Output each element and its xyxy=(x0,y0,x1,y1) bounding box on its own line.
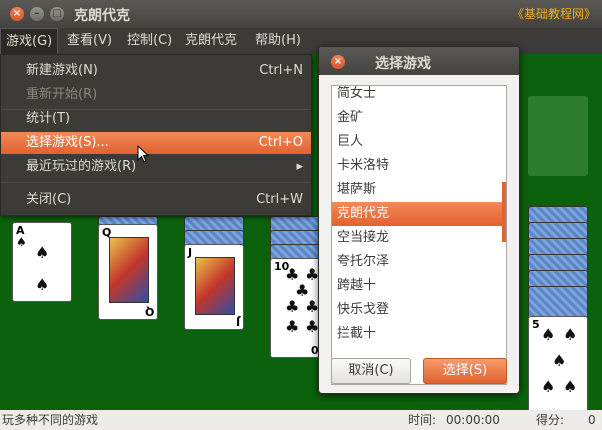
card-rank: 5 xyxy=(532,318,540,331)
list-item[interactable]: 跨越十 xyxy=(332,274,506,298)
watermark: 《基础教程网》 xyxy=(511,7,596,21)
spade-icon: ♠ xyxy=(541,325,556,344)
list-item-selected[interactable]: 克朗代克 xyxy=(332,202,506,226)
list-item[interactable]: 拦截十 xyxy=(332,322,506,346)
menu-item-label: 最近玩过的游戏(R) xyxy=(26,159,137,174)
menu-item-label: 新建游戏(N) xyxy=(26,63,98,78)
menu-item-label: 关闭(C) xyxy=(26,192,72,207)
spade-icon: ♠ xyxy=(541,377,556,396)
game-menu-dropdown: 新建游戏(N) Ctrl+N 重新开始(R) 统计(T) 选择游戏(S)... … xyxy=(0,54,312,216)
menu-item-new-game[interactable]: 新建游戏(N) Ctrl+N xyxy=(1,60,311,82)
status-message: 玩多种不同的游戏 xyxy=(2,413,99,427)
list-scrollbar[interactable] xyxy=(502,182,506,242)
card-jack[interactable]: J J xyxy=(184,244,244,330)
spade-icon: ♠ xyxy=(35,243,50,262)
game-list[interactable]: 简女士 金矿 巨人 卡米洛特 堪萨斯 克朗代克 空当接龙 夸托尔泽 跨越十 快乐… xyxy=(331,85,507,385)
card-rank: Q xyxy=(144,305,154,318)
menu-game[interactable]: 游戏(G) xyxy=(0,28,59,54)
select-game-dialog: × 选择游戏 简女士 金矿 巨人 卡米洛特 堪萨斯 克朗代克 空当接龙 夸托尔泽… xyxy=(318,46,520,394)
menu-separator xyxy=(1,182,311,183)
dialog-title: 选择游戏 xyxy=(375,56,431,72)
menu-item-close[interactable]: 关闭(C) Ctrl+W xyxy=(1,189,311,211)
club-icon: ♣ xyxy=(285,297,300,316)
club-icon: ♣ xyxy=(285,317,300,336)
list-item[interactable]: 快乐戈登 xyxy=(332,298,506,322)
status-bar: 玩多种不同的游戏 时间: 00:00:00 得分: 0 xyxy=(0,410,602,430)
card-five-spades[interactable]: 5 ♠ ♠ ♠ ♠ ♠ xyxy=(528,316,588,410)
minimize-window-button[interactable]: – xyxy=(30,7,44,21)
card-rank: J xyxy=(235,315,240,328)
menu-item-restart: 重新开始(R) xyxy=(1,84,311,106)
queen-face-icon xyxy=(109,237,149,303)
menu-view[interactable]: 查看(V) xyxy=(62,28,117,54)
menu-item-accel: Ctrl+N xyxy=(259,63,303,78)
menu-help[interactable]: 帮助(H) xyxy=(250,28,306,54)
select-button[interactable]: 选择(S) xyxy=(423,358,507,384)
time-label: 时间: xyxy=(408,413,437,427)
menu-item-recent-games[interactable]: 最近玩过的游戏(R) ▸ xyxy=(1,156,311,178)
spade-icon: ♠ xyxy=(563,377,578,396)
submenu-arrow-icon: ▸ xyxy=(296,159,303,174)
score-value: 0 xyxy=(588,413,596,427)
list-item[interactable]: 空当接龙 xyxy=(332,226,506,250)
maximize-window-button[interactable]: □ xyxy=(50,7,64,21)
spade-icon: ♠ xyxy=(35,275,50,294)
score-label: 得分: xyxy=(536,413,565,427)
cancel-button[interactable]: 取消(C) xyxy=(331,358,411,384)
close-window-button[interactable]: × xyxy=(10,7,24,21)
dialog-close-button[interactable]: × xyxy=(331,55,345,69)
menu-item-statistics[interactable]: 统计(T) xyxy=(1,108,311,130)
list-item[interactable]: 卡米洛特 xyxy=(332,154,506,178)
time-value: 00:00:00 xyxy=(446,413,500,427)
window-title: 克朗代克 xyxy=(74,8,130,24)
list-item[interactable]: 金矿 xyxy=(332,106,506,130)
menu-item-label: 统计(T) xyxy=(26,111,71,126)
spade-icon: ♠ xyxy=(16,235,27,249)
card-ace-spades[interactable]: A ♠ ♠ ♠ xyxy=(12,222,72,302)
menu-control[interactable]: 控制(C) xyxy=(122,28,177,54)
jack-face-icon xyxy=(195,257,235,315)
card-queen[interactable]: Q Q xyxy=(98,224,158,320)
menu-klondike[interactable]: 克朗代克 xyxy=(180,28,242,54)
foundation-slot[interactable] xyxy=(528,96,588,176)
mouse-cursor-icon xyxy=(137,145,149,163)
card-rank: J xyxy=(188,246,193,259)
dialog-title-bar: × 选择游戏 xyxy=(319,47,519,75)
menu-item-accel: Ctrl+O xyxy=(258,135,303,150)
title-bar: × – □ 克朗代克 《基础教程网》 xyxy=(0,0,602,28)
menu-item-label: 选择游戏(S)... xyxy=(26,135,109,150)
spade-icon: ♠ xyxy=(563,325,578,344)
list-item[interactable]: 简女士 xyxy=(332,86,506,106)
list-item[interactable]: 巨人 xyxy=(332,130,506,154)
list-item[interactable]: 堪萨斯 xyxy=(332,178,506,202)
list-item[interactable]: 夸托尔泽 xyxy=(332,250,506,274)
menu-item-label: 重新开始(R) xyxy=(26,87,98,102)
spade-icon: ♠ xyxy=(552,351,567,370)
menu-item-accel: Ctrl+W xyxy=(256,192,303,207)
menu-item-select-game[interactable]: 选择游戏(S)... Ctrl+O xyxy=(1,132,311,154)
